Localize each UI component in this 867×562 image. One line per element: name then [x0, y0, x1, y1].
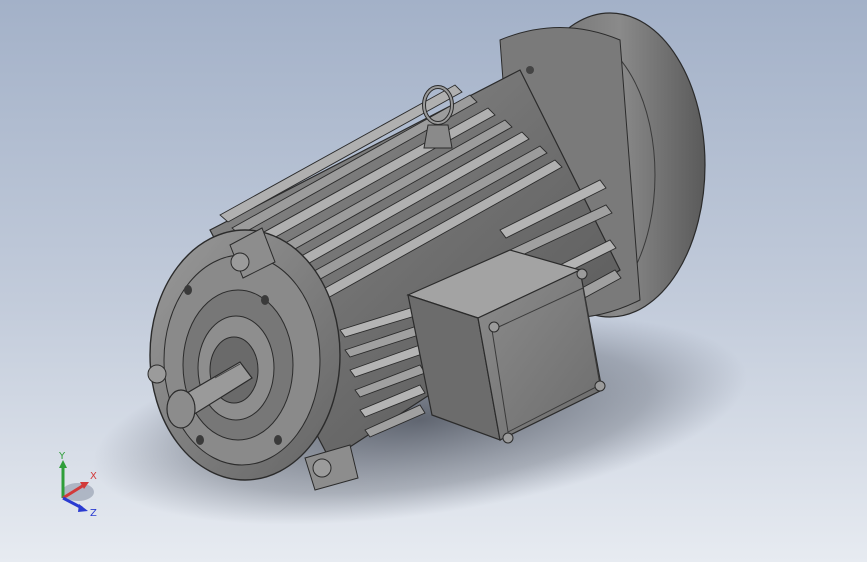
triad-z-label: Z: [90, 508, 97, 519]
motor-model[interactable]: [0, 0, 867, 562]
triad-shadow: [62, 483, 94, 501]
reference-triad[interactable]: Y X Z: [44, 448, 104, 520]
triad-y-label: Y: [58, 451, 66, 462]
graphics-viewport[interactable]: Y X Z: [0, 0, 867, 562]
triad-x-label: X: [90, 471, 97, 482]
triad-z-arrow: [78, 504, 88, 512]
foot-bolt-left[interactable]: [147, 364, 167, 384]
